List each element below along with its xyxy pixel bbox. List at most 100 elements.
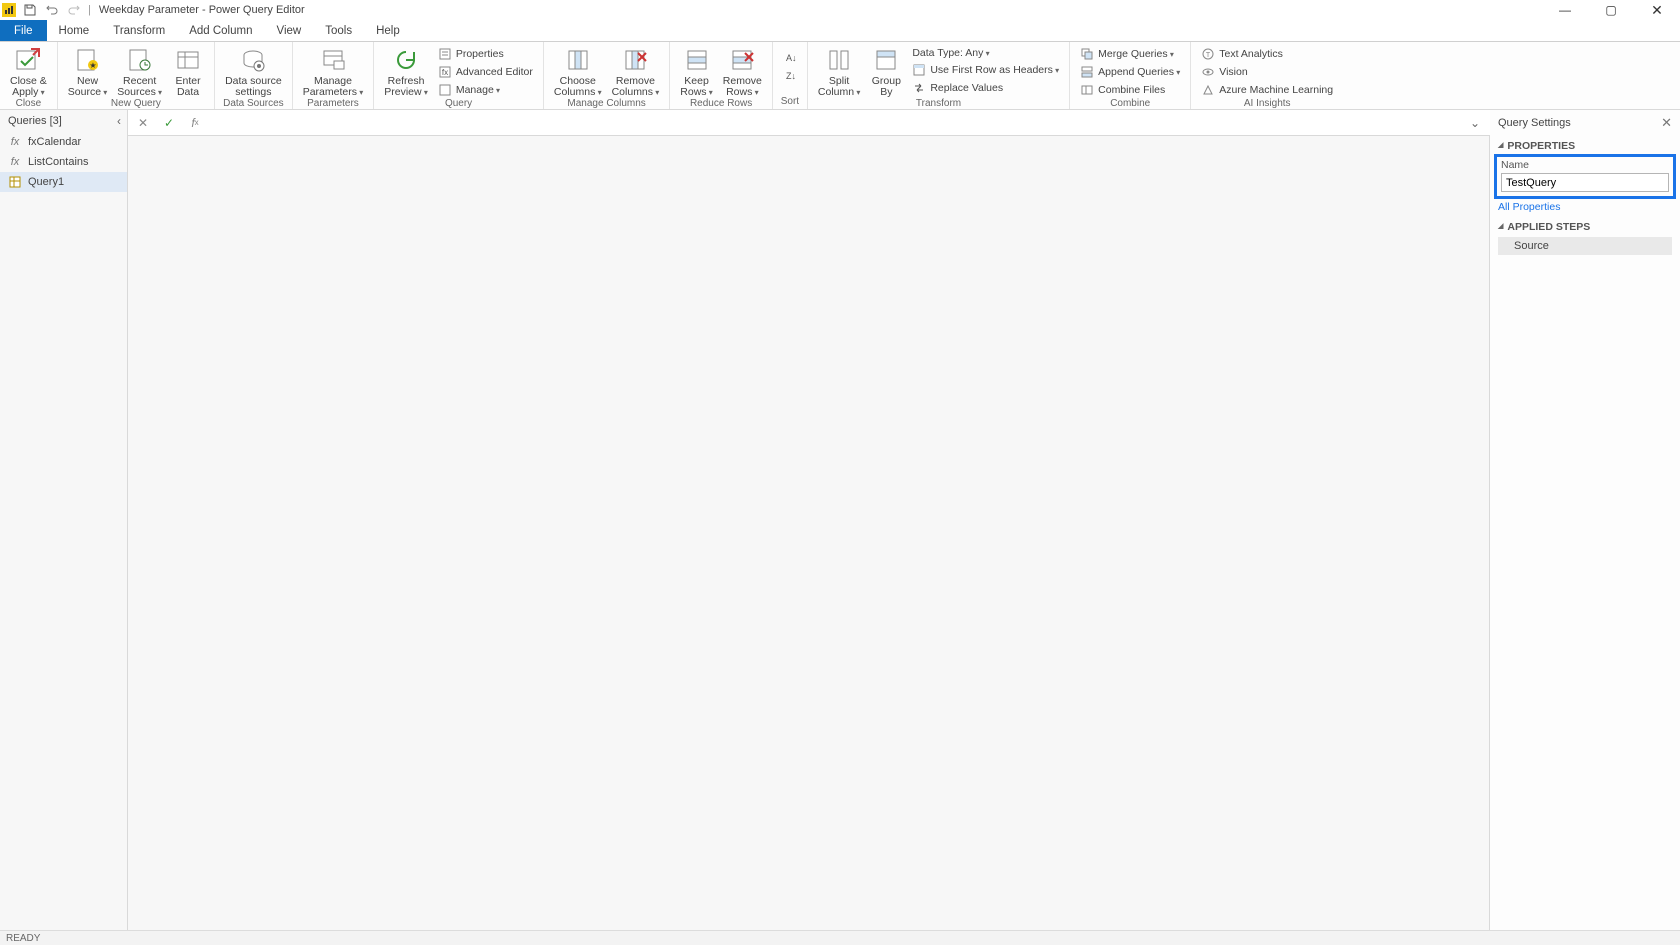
save-icon[interactable]	[22, 2, 38, 18]
recent-sources-button[interactable]: Recent Sources	[113, 44, 166, 98]
query-settings-pane: Query Settings ✕ PROPERTIES Name All Pro…	[1490, 110, 1680, 930]
group-by-icon	[872, 46, 900, 74]
ribbon-group-transform: Split Column Group By Data Type: Any Use…	[808, 42, 1070, 109]
tab-home[interactable]: Home	[47, 20, 102, 41]
advanced-editor-icon: fx	[438, 65, 452, 79]
refresh-preview-button[interactable]: Refresh Preview	[380, 44, 432, 98]
undo-icon[interactable]	[44, 2, 60, 18]
text-analytics-button[interactable]: TText Analytics	[1197, 46, 1337, 62]
queries-collapse-button[interactable]: ‹	[117, 114, 121, 128]
app-icon	[2, 3, 16, 17]
tab-help[interactable]: Help	[364, 20, 412, 41]
applied-steps-section: APPLIED STEPS Source	[1490, 217, 1680, 259]
properties-button[interactable]: Properties	[434, 46, 537, 62]
refresh-icon	[392, 46, 420, 74]
settings-pane-close-button[interactable]: ✕	[1661, 115, 1672, 131]
manage-parameters-icon	[319, 46, 347, 74]
function-icon: fx	[8, 155, 22, 169]
tab-transform[interactable]: Transform	[101, 20, 177, 41]
keep-rows-icon	[683, 46, 711, 74]
group-by-button[interactable]: Group By	[866, 44, 906, 98]
query-item[interactable]: fxListContains	[0, 152, 127, 172]
name-label: Name	[1501, 159, 1669, 171]
vision-icon	[1201, 65, 1215, 79]
tab-tools[interactable]: Tools	[313, 20, 364, 41]
formula-expand-button[interactable]: ⌄	[1470, 116, 1480, 130]
workspace: Queries [3] ‹ fx fxCalendar fxListContains…	[0, 110, 1680, 930]
formula-bar: ✕ ✓ fx ⌄	[128, 110, 1490, 136]
close-button[interactable]: ✕	[1634, 0, 1680, 20]
ribbon-group-manage-columns: Choose Columns Remove Columns Manage Col…	[544, 42, 670, 109]
function-icon: fx	[8, 135, 22, 149]
applied-step[interactable]: Source	[1498, 237, 1672, 255]
replace-values-button[interactable]: Replace Values	[908, 80, 1063, 96]
queries-list: fx fxCalendar fxListContainsQuery1	[0, 132, 127, 192]
split-column-button[interactable]: Split Column	[814, 44, 864, 98]
recent-sources-icon	[126, 46, 154, 74]
enter-data-button[interactable]: Enter Data	[168, 44, 208, 98]
split-column-icon	[825, 46, 853, 74]
remove-rows-button[interactable]: Remove Rows	[719, 44, 766, 98]
tab-file[interactable]: File	[0, 20, 47, 41]
query-name-input[interactable]	[1501, 173, 1669, 192]
svg-text:fx: fx	[442, 68, 448, 77]
vision-button[interactable]: Vision	[1197, 64, 1337, 80]
choose-columns-button[interactable]: Choose Columns	[550, 44, 606, 98]
keep-rows-button[interactable]: Keep Rows	[676, 44, 717, 98]
merge-queries-button[interactable]: Merge Queries	[1076, 46, 1184, 62]
svg-text:T: T	[1206, 52, 1211, 59]
azure-ml-button[interactable]: Azure Machine Learning	[1197, 82, 1337, 98]
new-source-icon: ★	[74, 46, 102, 74]
manage-icon	[438, 83, 452, 97]
query-item[interactable]: Query1	[0, 172, 127, 192]
properties-icon	[438, 47, 452, 61]
data-source-settings-button[interactable]: Data source settings	[221, 44, 286, 98]
ribbon: Close & Apply Close ★ New Source Recent …	[0, 42, 1680, 110]
sort-asc-button[interactable]: A↓	[779, 50, 801, 66]
advanced-editor-button[interactable]: fxAdvanced Editor	[434, 64, 537, 80]
formula-input[interactable]	[212, 113, 1462, 133]
data-type-button[interactable]: Data Type: Any	[908, 46, 1063, 60]
enter-data-icon	[174, 46, 202, 74]
ribbon-group-query: Refresh Preview Properties fxAdvanced Ed…	[374, 42, 544, 109]
queries-pane-header: Queries [3] ‹	[0, 110, 127, 132]
maximize-button[interactable]: ▢	[1588, 0, 1634, 20]
close-apply-icon	[14, 46, 42, 74]
first-row-headers-button[interactable]: Use First Row as Headers	[908, 62, 1063, 78]
query-item-label: fxCalendar	[28, 136, 81, 148]
svg-text:A↓: A↓	[786, 53, 797, 63]
headers-icon	[912, 63, 926, 77]
manage-button[interactable]: Manage	[434, 82, 537, 98]
sort-desc-button[interactable]: Z↓	[779, 68, 801, 84]
ribbon-group-reduce-rows: Keep Rows Remove Rows Reduce Rows	[670, 42, 773, 109]
editor-preview-area	[128, 136, 1490, 930]
title-separator: |	[88, 4, 91, 16]
query-item[interactable]: fx fxCalendar	[0, 132, 127, 152]
sort-asc-icon: A↓	[783, 51, 797, 65]
all-properties-link[interactable]: All Properties	[1498, 201, 1672, 213]
data-source-settings-icon	[239, 46, 267, 74]
remove-columns-icon	[621, 46, 649, 74]
close-apply-button[interactable]: Close & Apply	[6, 44, 51, 98]
window-title: Weekday Parameter - Power Query Editor	[99, 4, 305, 16]
formula-cancel-button[interactable]: ✕	[134, 114, 152, 132]
formula-commit-button[interactable]: ✓	[160, 114, 178, 132]
applied-steps-list: Source	[1498, 237, 1672, 255]
tab-view[interactable]: View	[265, 20, 314, 41]
manage-parameters-button[interactable]: Manage Parameters	[299, 44, 368, 98]
merge-icon	[1080, 47, 1094, 61]
append-queries-button[interactable]: Append Queries	[1076, 64, 1184, 80]
replace-icon	[912, 81, 926, 95]
remove-columns-button[interactable]: Remove Columns	[608, 44, 664, 98]
ribbon-group-sort: A↓ Z↓ Sort	[773, 42, 808, 109]
minimize-button[interactable]: —	[1542, 0, 1588, 20]
ribbon-tabs: File Home Transform Add Column View Tool…	[0, 20, 1680, 42]
combine-files-button[interactable]: Combine Files	[1076, 82, 1184, 98]
redo-icon[interactable]	[66, 2, 82, 18]
tab-add-column[interactable]: Add Column	[177, 20, 264, 41]
queries-pane: Queries [3] ‹ fx fxCalendar fxListContains…	[0, 110, 128, 930]
table-icon	[8, 175, 22, 189]
settings-pane-title: Query Settings	[1498, 117, 1571, 129]
new-source-button[interactable]: ★ New Source	[64, 44, 112, 98]
combine-files-icon	[1080, 83, 1094, 97]
